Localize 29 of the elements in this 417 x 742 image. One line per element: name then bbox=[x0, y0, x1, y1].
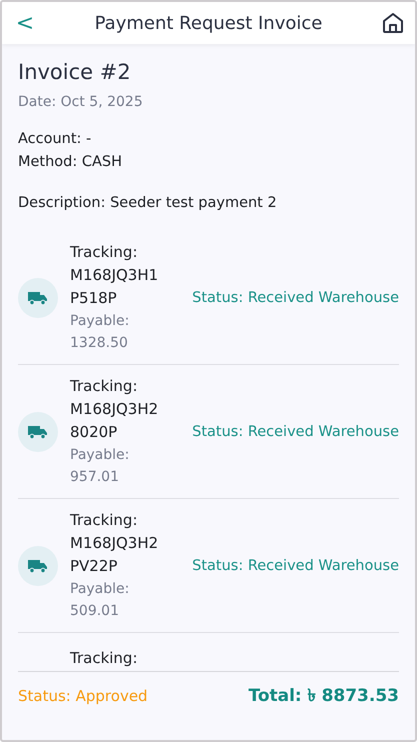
invoice-date: Date: Oct 5, 2025 bbox=[18, 94, 144, 110]
truck-icon bbox=[27, 558, 49, 574]
tracking-label: Tracking: bbox=[70, 648, 138, 669]
shipment-status: Status: Received Warehouse bbox=[191, 558, 399, 574]
payable-amount: 957.01 bbox=[70, 468, 120, 487]
payable-label: Payable: bbox=[70, 580, 130, 599]
truck-icon bbox=[27, 424, 49, 440]
payable-label: Payable: bbox=[70, 446, 130, 465]
payable-label: Payable: bbox=[70, 312, 130, 331]
tracking-number: M168JQ3H28020P bbox=[70, 399, 160, 443]
page-title: Payment Request Invoice bbox=[94, 12, 322, 34]
invoice-status: Status: Approved bbox=[18, 687, 148, 705]
truck-icon bbox=[27, 290, 49, 306]
description-text: Description: Seeder test payment 2 bbox=[18, 194, 278, 213]
invoice-title: Invoice #2 bbox=[18, 60, 132, 84]
account-text: Account: - bbox=[18, 130, 92, 149]
home-icon[interactable] bbox=[381, 11, 405, 35]
back-button[interactable]: < bbox=[14, 10, 36, 36]
payable-amount: 509.01 bbox=[70, 602, 120, 621]
invoice-total: Total: ৳ 8873.53 bbox=[248, 685, 399, 708]
tracking-label: Tracking: bbox=[70, 376, 138, 397]
shipment-status: Status: Received Warehouse bbox=[191, 290, 399, 306]
method-text: Method: CASH bbox=[18, 153, 124, 172]
tracking-number: M168JQ3H1P518P bbox=[70, 265, 160, 309]
payable-amount: 1328.50 bbox=[70, 334, 129, 353]
tracking-label: Tracking: bbox=[70, 242, 138, 263]
tracking-number: M168JQ3H2PV22P bbox=[70, 533, 160, 577]
tracking-label: Tracking: bbox=[70, 510, 138, 531]
shipment-status: Status: Received Warehouse bbox=[191, 424, 399, 440]
